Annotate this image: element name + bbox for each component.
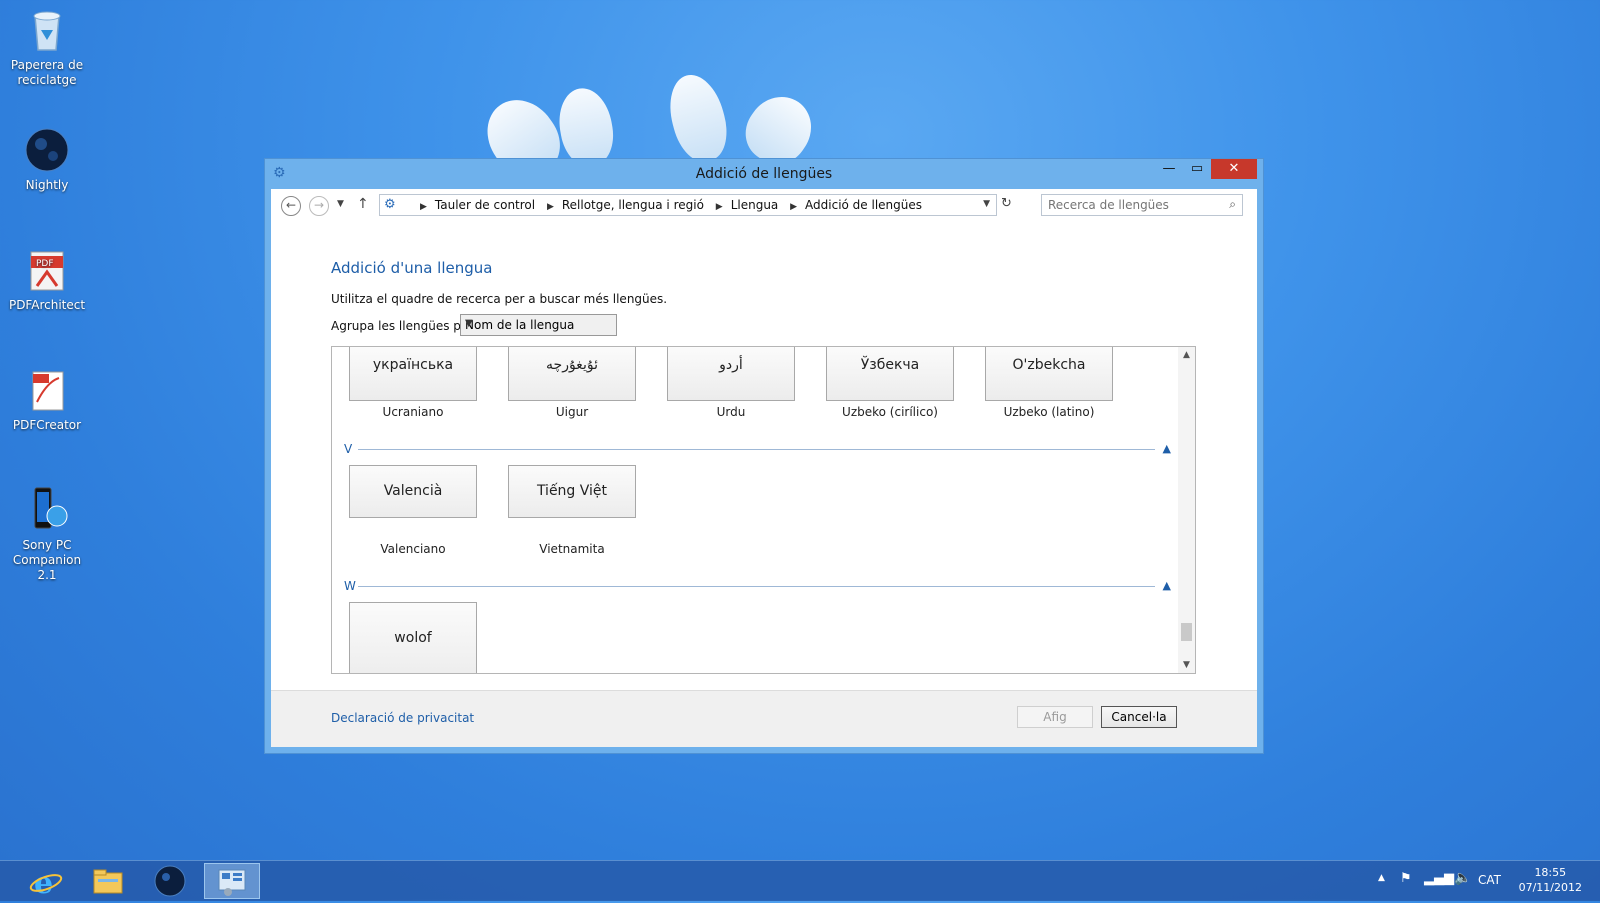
address-bar[interactable]: ⚙ ▶ Tauler de control ▶ Rellotge, llengua … <box>379 194 997 216</box>
taskbar-internet-explorer[interactable]: e <box>18 863 74 901</box>
file-explorer-icon <box>93 869 123 894</box>
taskbar: e ▲ ⚑ ▂▄▆ 🔈 CAT 18:55 07/11/2012 <box>0 860 1600 901</box>
section-divider <box>358 449 1155 450</box>
desktop-icon-pdfcreator[interactable]: PDFCreator <box>2 366 92 433</box>
taskbar-file-explorer[interactable] <box>80 863 136 899</box>
language-tile[interactable]: Tiếng Việt <box>508 465 636 518</box>
up-arrow-icon[interactable]: ↑ <box>357 196 369 212</box>
section-header-w: W <box>344 579 356 593</box>
navigation-bar: ← → ▼ ↑ ⚙ ▶ Tauler de control ▶ Rellotge, … <box>271 189 1257 229</box>
breadcrumb-item[interactable]: Llengua <box>731 198 779 212</box>
collapse-section-icon[interactable]: ▲ <box>1163 579 1171 592</box>
chevron-down-icon: ▼ <box>465 318 473 329</box>
back-arrow-icon[interactable]: ← <box>281 196 301 216</box>
breadcrumb-item[interactable]: Addició de llengües <box>805 198 922 212</box>
clock-date: 07/11/2012 <box>1518 881 1582 894</box>
language-name: Valenciano <box>380 542 446 556</box>
language-name: Uzbeko (latino) <box>1003 405 1095 419</box>
page-description: Utilitza el quadre de recerca per a busc… <box>331 292 668 306</box>
desktop-icon-label: PDFCreator <box>12 418 82 432</box>
section-header-v: V <box>344 442 353 456</box>
action-center-icon[interactable]: ⚑ <box>1400 871 1412 886</box>
language-tile[interactable]: українська <box>349 347 477 401</box>
refresh-icon[interactable]: ↻ <box>1001 196 1012 211</box>
forward-arrow-icon[interactable]: → <box>309 196 329 216</box>
svg-text:e: e <box>34 866 53 899</box>
language-name: Uzbeko (cirílico) <box>842 405 938 419</box>
language-tile[interactable]: أردو <box>667 347 795 401</box>
sony-pc-companion-icon <box>23 486 71 534</box>
taskbar-nightly[interactable] <box>142 863 198 899</box>
language-tile[interactable]: Valencià <box>349 465 477 518</box>
recycle-bin-icon <box>23 6 71 54</box>
language-list: українська Ucraniano ئۇيغۇرچە Uigur أردو… <box>331 346 1196 674</box>
privacy-statement-link[interactable]: Declaració de privacitat <box>331 711 474 725</box>
close-button[interactable]: ✕ <box>1211 159 1257 179</box>
minimize-button[interactable]: — <box>1155 159 1183 179</box>
language-name: Vietnamita <box>539 542 605 556</box>
window-titlebar[interactable]: ⚙ Addició de llengües — ▭ ✕ <box>265 159 1263 189</box>
group-by-label: Agrupa les llengües per: <box>331 319 478 333</box>
search-box[interactable]: ⌕ <box>1041 194 1243 216</box>
language-tile[interactable]: O'zbekcha <box>985 347 1113 401</box>
breadcrumb-item[interactable]: Rellotge, llengua i regió <box>562 198 704 212</box>
window-client-area: ← → ▼ ↑ ⚙ ▶ Tauler de control ▶ Rellotge, … <box>271 189 1257 747</box>
desktop-icon-nightly[interactable]: Nightly <box>2 126 92 193</box>
svg-text:PDF: PDF <box>36 259 54 269</box>
cancel-button[interactable]: Cancel·la <box>1101 706 1177 728</box>
add-languages-window: ⚙ Addició de llengües — ▭ ✕ ← → ▼ ↑ ⚙ ▶ T… <box>264 158 1264 754</box>
desktop-icon-recycle-bin[interactable]: Paperera de reciclatge <box>2 6 92 88</box>
language-name: Urdu <box>716 405 746 419</box>
window-title: Addició de llengües <box>695 166 833 182</box>
desktop-icon-sony-pc-companion[interactable]: Sony PC Companion 2.1 <box>2 486 92 583</box>
recent-locations-chevron-icon[interactable]: ▼ <box>337 199 344 209</box>
language-tile[interactable]: wolof <box>349 602 477 673</box>
breadcrumb: ▶ Tauler de control ▶ Rellotge, llengua i … <box>420 198 923 212</box>
language-name: Uigur <box>555 405 589 419</box>
search-icon[interactable]: ⌕ <box>1229 197 1236 212</box>
nightly-globe-icon <box>154 865 186 897</box>
desktop-icon-label: Paperera de reciclatge <box>10 58 84 87</box>
show-hidden-icons-icon[interactable]: ▲ <box>1378 873 1385 883</box>
clock[interactable]: 18:55 07/11/2012 <box>1519 865 1582 895</box>
language-name: Ucraniano <box>382 405 444 419</box>
list-scrollbar[interactable]: ▲ ▼ <box>1178 347 1195 673</box>
input-language-indicator[interactable]: CAT <box>1478 873 1501 887</box>
pdfarchitect-icon: PDF <box>23 246 71 294</box>
scroll-down-icon[interactable]: ▼ <box>1178 660 1195 670</box>
clock-time: 18:55 <box>1534 866 1567 879</box>
desktop-icon-label: PDFArchitect <box>8 298 86 312</box>
desktop-icon-label: Nightly <box>25 178 69 192</box>
wallpaper-petal <box>661 68 735 168</box>
page-title: Addició d'una llengua <box>331 259 493 277</box>
pdfcreator-icon <box>23 366 71 414</box>
nightly-globe-icon <box>23 126 71 174</box>
dialog-footer: Declaració de privacitat Afig Cancel·la <box>271 690 1257 747</box>
desktop-icon-label: Sony PC Companion 2.1 <box>12 538 82 582</box>
volume-icon[interactable]: 🔈 <box>1454 870 1471 886</box>
group-by-select[interactable]: Nom de la llengua ▼ <box>460 314 617 336</box>
control-panel-icon <box>218 869 246 896</box>
scroll-up-icon[interactable]: ▲ <box>1178 350 1195 360</box>
maximize-button[interactable]: ▭ <box>1183 159 1211 179</box>
breadcrumb-item[interactable]: Tauler de control <box>435 198 535 212</box>
desktop-icon-pdfarchitect[interactable]: PDF PDFArchitect <box>2 246 92 313</box>
network-signal-icon[interactable]: ▂▄▆ <box>1424 871 1454 886</box>
collapse-section-icon[interactable]: ▲ <box>1163 442 1171 455</box>
control-panel-breadcrumb-icon: ⚙ <box>384 197 396 212</box>
address-dropdown-chevron-icon[interactable]: ▼ <box>983 199 990 209</box>
section-divider <box>358 586 1155 587</box>
language-tile[interactable]: Ўзбекча <box>826 347 954 401</box>
language-tile[interactable]: ئۇيغۇرچە <box>508 347 636 401</box>
taskbar-control-panel[interactable] <box>204 863 260 899</box>
internet-explorer-icon: e <box>29 866 63 901</box>
add-button[interactable]: Afig <box>1017 706 1093 728</box>
scrollbar-thumb[interactable] <box>1181 623 1192 641</box>
search-input[interactable] <box>1046 197 1220 213</box>
